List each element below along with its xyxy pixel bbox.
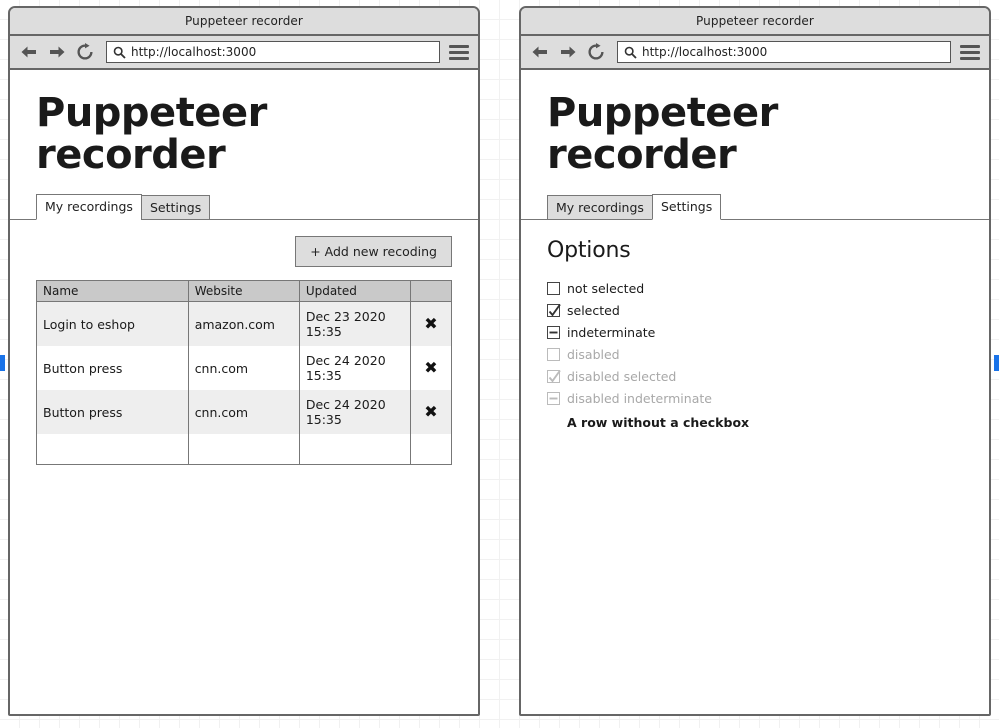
checkbox-indeterminate-disabled-icon	[547, 391, 560, 405]
arrow-left-icon[interactable]	[18, 41, 40, 63]
option-label: indeterminate	[567, 324, 656, 340]
cell-name: Login to eshop	[36, 301, 189, 346]
page-content-right: Puppeteer recorder My recordings Setting…	[521, 70, 989, 714]
browser-window-right: Puppeteer recorder http://localhost:3000	[519, 6, 991, 716]
window-title: Puppeteer recorder	[185, 14, 303, 28]
column-header-name: Name	[36, 280, 189, 302]
cell-name: Button press	[36, 346, 189, 390]
table-row[interactable]: Button press cnn.com Dec 24 2020 15:35 ✖	[36, 346, 452, 390]
cell-delete	[410, 434, 452, 465]
option-row-without-checkbox: A row without a checkbox	[547, 413, 973, 431]
recordings-toolbar: + Add new recoding	[36, 236, 452, 267]
browser-window-left: Puppeteer recorder http://localhost:3000	[8, 6, 480, 716]
table-row[interactable]: Button press cnn.com Dec 24 2020 15:35 ✖	[36, 390, 452, 434]
reload-icon[interactable]	[74, 41, 96, 63]
cell-name	[36, 434, 189, 465]
page-content-left: Puppeteer recorder My recordings Setting…	[10, 70, 478, 714]
tab-settings[interactable]: Settings	[651, 194, 722, 220]
column-header-website: Website	[188, 280, 300, 302]
delete-icon[interactable]: ✖	[424, 316, 437, 332]
url-text[interactable]: http://localhost:3000	[131, 45, 256, 59]
cell-updated: Dec 24 2020 15:35	[299, 346, 411, 390]
page-title: Puppeteer recorder	[547, 90, 778, 178]
arrow-right-icon[interactable]	[557, 41, 579, 63]
recordings-table: Name Website Updated Login to eshop amaz…	[36, 280, 452, 465]
delete-icon[interactable]: ✖	[424, 360, 437, 376]
selection-handle-right[interactable]	[994, 355, 999, 371]
checkbox-checked-disabled-icon	[547, 369, 561, 383]
add-new-recording-button[interactable]: + Add new recoding	[295, 236, 452, 267]
option-row-disabled-selected: disabled selected	[547, 367, 973, 385]
cell-updated: Dec 23 2020 15:35	[299, 301, 411, 346]
reload-icon[interactable]	[585, 41, 607, 63]
url-bar[interactable]: http://localhost:3000	[106, 41, 440, 63]
cell-updated: Dec 24 2020 15:35	[299, 390, 411, 434]
cell-website: cnn.com	[188, 390, 300, 434]
url-bar[interactable]: http://localhost:3000	[617, 41, 951, 63]
arrow-right-icon[interactable]	[46, 41, 68, 63]
checkbox-unchecked-icon[interactable]	[547, 281, 560, 295]
checkbox-unchecked-disabled-icon	[547, 347, 560, 361]
tab-settings[interactable]: Settings	[140, 195, 211, 220]
selection-handle-left[interactable]	[0, 355, 5, 371]
option-label: disabled	[567, 346, 620, 362]
option-label: disabled selected	[567, 368, 677, 384]
option-row-selected[interactable]: selected	[547, 301, 973, 319]
cell-website: cnn.com	[188, 346, 300, 390]
option-row-indeterminate[interactable]: indeterminate	[547, 323, 973, 341]
options-heading: Options	[547, 238, 631, 263]
cell-website	[188, 434, 300, 465]
option-label: not selected	[567, 280, 645, 296]
window-title: Puppeteer recorder	[696, 14, 814, 28]
cell-name: Button press	[36, 390, 189, 434]
column-header-actions	[410, 280, 452, 302]
delete-icon[interactable]: ✖	[424, 404, 437, 420]
browser-toolbar: http://localhost:3000	[521, 36, 989, 70]
cell-delete: ✖	[410, 346, 452, 390]
cell-delete: ✖	[410, 301, 452, 346]
hamburger-menu-icon[interactable]	[448, 41, 470, 63]
tabstrip: My recordings Settings	[521, 194, 989, 220]
option-label: A row without a checkbox	[567, 414, 750, 430]
page-title: Puppeteer recorder	[36, 90, 267, 178]
column-header-updated: Updated	[299, 280, 411, 302]
tab-my-recordings[interactable]: My recordings	[547, 195, 653, 220]
options-list: not selected selected indeterminate disa…	[547, 279, 973, 431]
search-icon	[113, 46, 126, 59]
recordings-panel: + Add new recoding Name Website Updated …	[26, 236, 462, 465]
option-row-disabled: disabled	[547, 345, 973, 363]
tab-my-recordings[interactable]: My recordings	[36, 194, 142, 220]
checkbox-checked-icon[interactable]	[547, 303, 561, 317]
url-text[interactable]: http://localhost:3000	[642, 45, 767, 59]
option-label: selected	[567, 302, 620, 318]
table-row[interactable]: Login to eshop amazon.com Dec 23 2020 15…	[36, 301, 452, 346]
window-titlebar: Puppeteer recorder	[10, 8, 478, 36]
option-label: disabled indeterminate	[567, 390, 712, 406]
option-row-disabled-indeterminate: disabled indeterminate	[547, 389, 973, 407]
window-titlebar: Puppeteer recorder	[521, 8, 989, 36]
table-row-empty	[36, 434, 452, 465]
search-icon	[624, 46, 637, 59]
cell-updated	[299, 434, 411, 465]
checkbox-indeterminate-icon[interactable]	[547, 325, 560, 339]
cell-website: amazon.com	[188, 301, 300, 346]
option-row-not-selected[interactable]: not selected	[547, 279, 973, 297]
hamburger-menu-icon[interactable]	[959, 41, 981, 63]
browser-toolbar: http://localhost:3000	[10, 36, 478, 70]
tabstrip: My recordings Settings	[10, 194, 478, 220]
arrow-left-icon[interactable]	[529, 41, 551, 63]
cell-delete: ✖	[410, 390, 452, 434]
table-header-row: Name Website Updated	[36, 280, 452, 302]
